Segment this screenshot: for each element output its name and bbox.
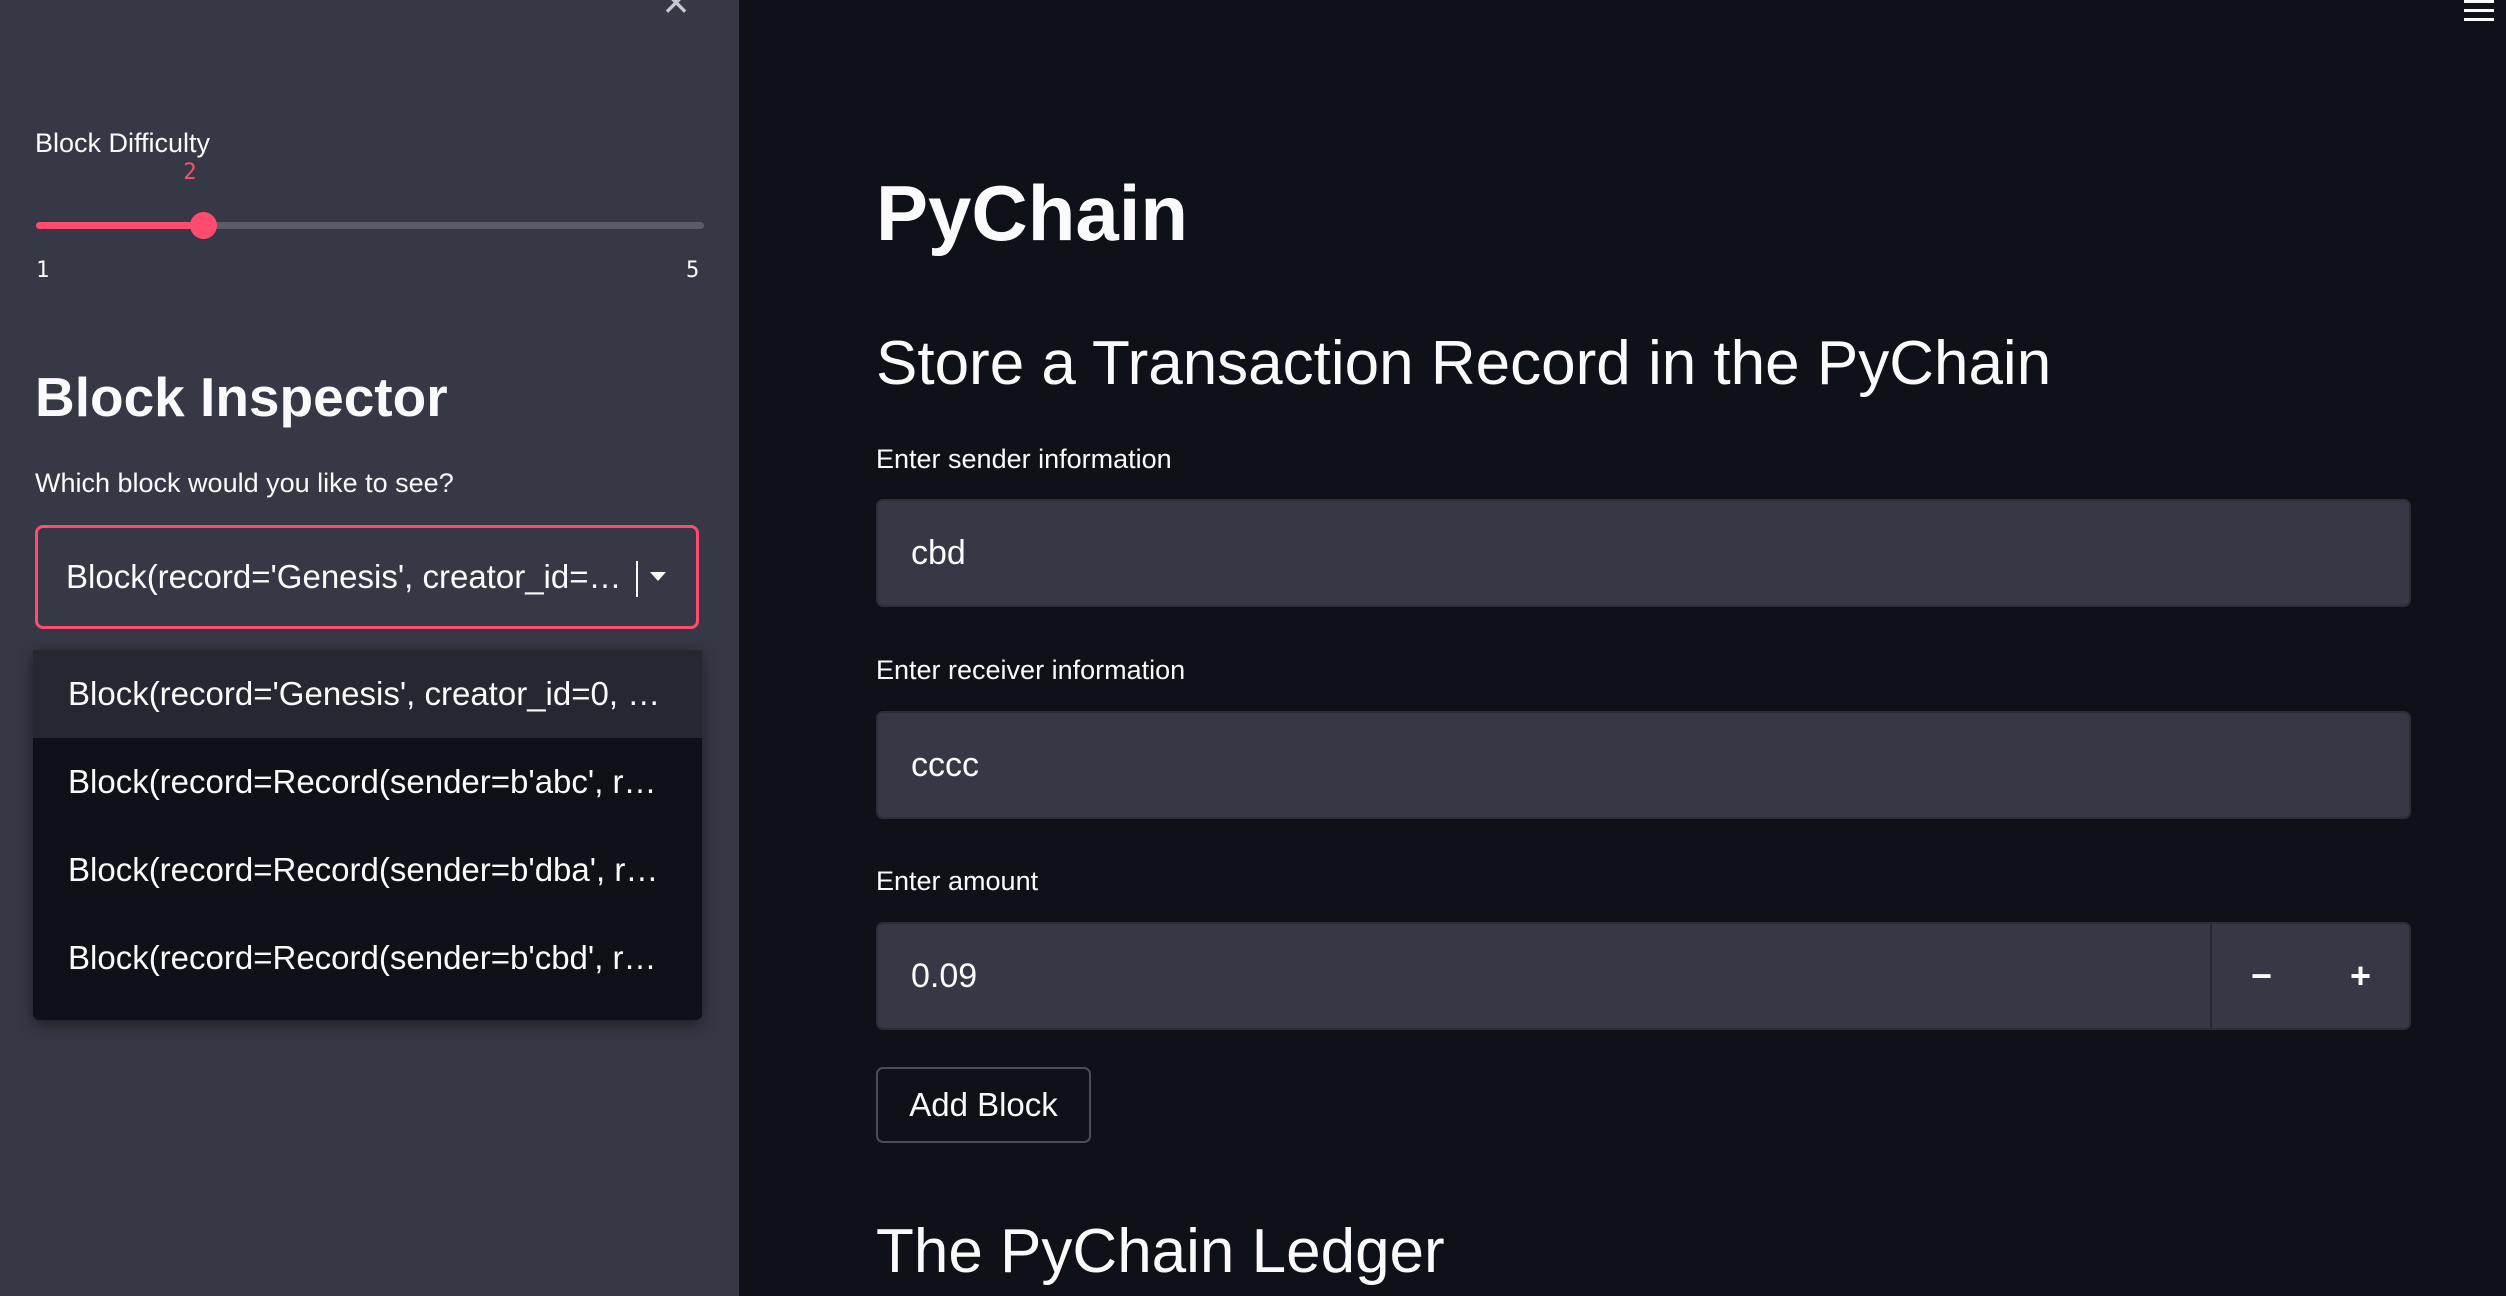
app-root: × Block Difficulty 2 1 5 Block Inspector…: [0, 0, 2506, 1296]
difficulty-slider-value: 2: [183, 160, 197, 185]
difficulty-slider-thumb[interactable]: 2: [183, 160, 217, 239]
ledger-title: The PyChain Ledger: [876, 1217, 1445, 1286]
sender-label: Enter sender information: [876, 444, 1172, 474]
difficulty-slider-fill: [36, 222, 203, 229]
dropdown-option[interactable]: Block(record=Record(sender=b'dba', recei…: [33, 826, 702, 914]
dropdown-option[interactable]: Block(record=Record(sender=b'cbd', recei…: [33, 914, 702, 1002]
increment-button[interactable]: +: [2311, 924, 2410, 1028]
hamburger-menu-icon[interactable]: [2464, 0, 2494, 22]
difficulty-slider-max: 5: [686, 258, 700, 283]
block-select-label: Which block would you like to see?: [35, 468, 454, 498]
dropdown-option[interactable]: Block(record='Genesis', creator_id=0, pr…: [33, 650, 702, 738]
close-sidebar-icon[interactable]: ×: [656, 0, 696, 25]
select-separator: [636, 561, 638, 597]
dropdown-option[interactable]: Block(record=Record(sender=b'abc', recei…: [33, 738, 702, 826]
amount-input[interactable]: [878, 924, 2210, 1028]
difficulty-slider-label: Block Difficulty: [35, 128, 211, 158]
section-title: Store a Transaction Record in the PyChai…: [876, 329, 2052, 398]
sidebar: × Block Difficulty 2 1 5 Block Inspector…: [0, 0, 739, 1296]
block-select-dropdown: Block(record='Genesis', creator_id=0, pr…: [33, 650, 702, 1020]
difficulty-slider[interactable]: 2: [36, 160, 704, 239]
block-select-value: Block(record='Genesis', creator_id=0, pr…: [66, 558, 626, 595]
block-select[interactable]: Block(record='Genesis', creator_id=0, pr…: [35, 525, 699, 629]
block-inspector-title: Block Inspector: [35, 366, 448, 428]
receiver-label: Enter receiver information: [876, 655, 1186, 685]
add-block-button[interactable]: Add Block: [876, 1067, 1091, 1143]
difficulty-slider-min: 1: [36, 258, 50, 283]
sender-input[interactable]: [876, 499, 2411, 607]
receiver-input[interactable]: [876, 711, 2411, 819]
amount-number-input: − +: [876, 922, 2411, 1030]
decrement-button[interactable]: −: [2212, 924, 2311, 1028]
page-title: PyChain: [876, 169, 1189, 257]
chevron-down-icon[interactable]: [650, 572, 666, 581]
amount-label: Enter amount: [876, 866, 1039, 896]
